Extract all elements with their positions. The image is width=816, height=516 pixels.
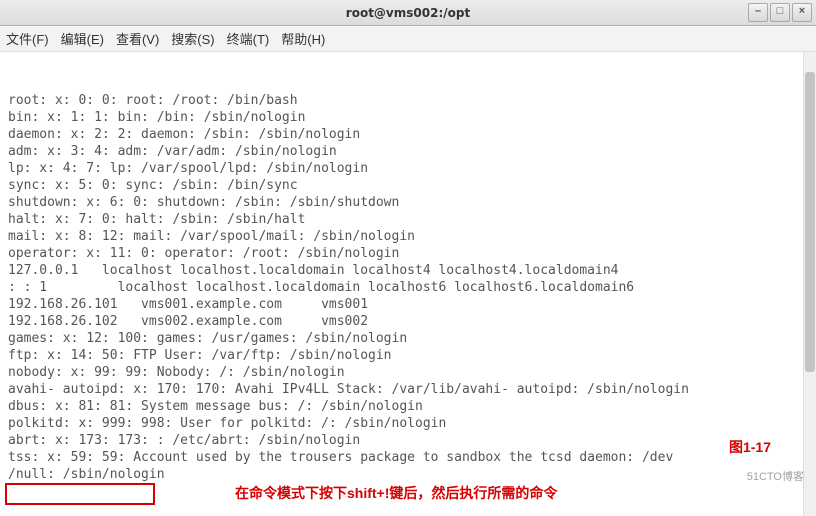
terminal-line: lp: x: 4: 7: lp: /var/spool/lpd: /sbin/n… [8, 160, 808, 177]
terminal-line: adm: x: 3: 4: adm: /var/adm: /sbin/nolog… [8, 143, 808, 160]
menu-edit[interactable]: 编辑(E) [61, 29, 104, 48]
menu-search[interactable]: 搜索(S) [171, 29, 214, 48]
close-button[interactable]: × [792, 3, 812, 22]
scroll-thumb[interactable] [805, 72, 815, 372]
terminal-line: bin: x: 1: 1: bin: /bin: /sbin/nologin [8, 109, 808, 126]
menu-help[interactable]: 帮助(H) [281, 29, 325, 48]
terminal-line: /null: /sbin/nologin [8, 466, 808, 483]
scrollbar[interactable] [803, 52, 816, 516]
terminal-line: ftp: x: 14: 50: FTP User: /var/ftp: /sbi… [8, 347, 808, 364]
terminal-line: sync: x: 5: 0: sync: /sbin: /bin/sync [8, 177, 808, 194]
window-controls: – □ × [748, 3, 812, 22]
terminal-line: 127.0.0.1 localhost localhost.localdomai… [8, 262, 808, 279]
window-title: root@vms002:/opt [346, 6, 470, 20]
maximize-button[interactable]: □ [770, 3, 790, 22]
hint-annotation: 在命令模式下按下shift+!键后，然后执行所需的命令 [235, 485, 557, 502]
terminal-line: 192.168.26.102 vms002.example.com vms002 [8, 313, 808, 330]
terminal-line: root: x: 0: 0: root: /root: /bin/bash [8, 92, 808, 109]
menubar: 文件(F) 编辑(E) 查看(V) 搜索(S) 终端(T) 帮助(H) [0, 26, 816, 52]
menu-file[interactable]: 文件(F) [6, 29, 49, 48]
terminal-line: daemon: x: 2: 2: daemon: /sbin: /sbin/no… [8, 126, 808, 143]
terminal-line: avahi- autoipd: x: 170: 170: Avahi IPv4L… [8, 381, 808, 398]
command-highlight-box [5, 483, 155, 505]
terminal-line: operator: x: 11: 0: operator: /root: /sb… [8, 245, 808, 262]
terminal-line: games: x: 12: 100: games: /usr/games: /s… [8, 330, 808, 347]
minimize-button[interactable]: – [748, 3, 768, 22]
watermark: 51CTO博客 [747, 469, 804, 486]
terminal-output[interactable]: root: x: 0: 0: root: /root: /bin/bashbin… [0, 52, 816, 516]
terminal-line: halt: x: 7: 0: halt: /sbin: /sbin/halt [8, 211, 808, 228]
titlebar[interactable]: root@vms002:/opt – □ × [0, 0, 816, 26]
terminal-line: shutdown: x: 6: 0: shutdown: /sbin: /sbi… [8, 194, 808, 211]
menu-view[interactable]: 查看(V) [116, 29, 159, 48]
terminal-window: root@vms002:/opt – □ × 文件(F) 编辑(E) 查看(V)… [0, 0, 816, 516]
terminal-lines: root: x: 0: 0: root: /root: /bin/bashbin… [8, 92, 808, 483]
figure-label: 图1-17 [729, 439, 771, 456]
terminal-line: polkitd: x: 999: 998: User for polkitd: … [8, 415, 808, 432]
terminal-line: 192.168.26.101 vms001.example.com vms001 [8, 296, 808, 313]
menu-terminal[interactable]: 终端(T) [227, 29, 270, 48]
terminal-line: : : 1 localhost localhost.localdomain lo… [8, 279, 808, 296]
terminal-line: mail: x: 8: 12: mail: /var/spool/mail: /… [8, 228, 808, 245]
terminal-line: dbus: x: 81: 81: System message bus: /: … [8, 398, 808, 415]
terminal-line: abrt: x: 173: 173: : /etc/abrt: /sbin/no… [8, 432, 808, 449]
terminal-line: tss: x: 59: 59: Account used by the trou… [8, 449, 808, 466]
terminal-line: nobody: x: 99: 99: Nobody: /: /sbin/nolo… [8, 364, 808, 381]
